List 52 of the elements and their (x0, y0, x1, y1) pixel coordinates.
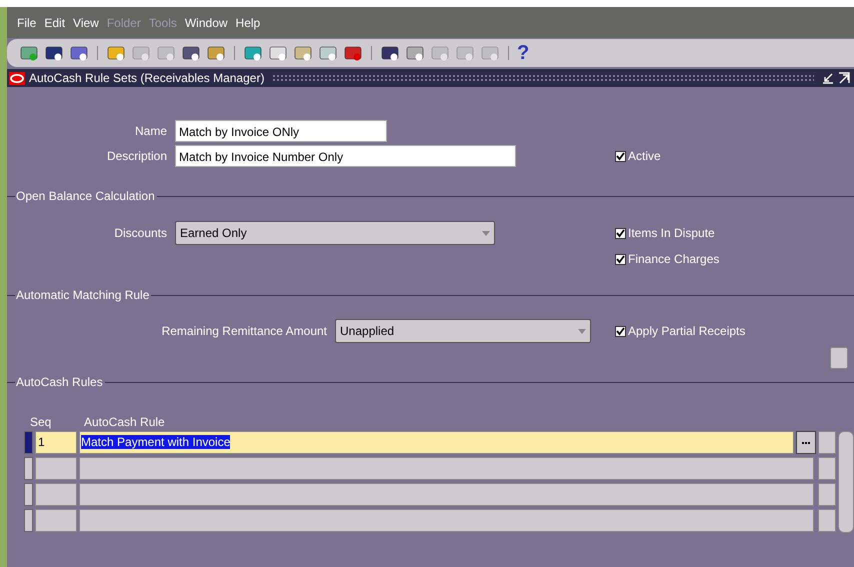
remaining-amount-dropdown[interactable]: Unapplied (335, 319, 591, 343)
table-cell[interactable] (818, 509, 836, 532)
menu-item[interactable]: Edit (44, 16, 66, 30)
table-cell[interactable] (818, 457, 836, 480)
column-header: Seq (29, 415, 52, 431)
menu-item[interactable]: Window (184, 16, 228, 30)
caret-icon (578, 328, 586, 334)
row-indicator[interactable] (24, 483, 33, 506)
table-cell[interactable] (818, 483, 836, 506)
help-button[interactable]: ? (517, 43, 530, 63)
logo-icon (9, 72, 25, 84)
seq-cell[interactable] (35, 483, 77, 506)
rule-cell[interactable]: Match Payment with Invoice (79, 431, 794, 454)
rule-cell[interactable] (79, 457, 814, 480)
maximize-icon[interactable] (838, 72, 850, 84)
row-indicator[interactable] (24, 509, 33, 532)
option-checkbox[interactable]: Finance Charges (615, 252, 720, 266)
section-title: Automatic Matching Rule (7, 288, 152, 302)
rule-cell[interactable] (79, 509, 814, 532)
checkmark-icon (616, 228, 625, 238)
field-label: Discounts (113, 225, 168, 242)
option-checkbox[interactable]: Items In Dispute (615, 226, 720, 240)
row-indicator[interactable] (24, 457, 33, 480)
checkmark-icon (616, 152, 625, 160)
section-title: Open Balance Calculation (7, 189, 157, 203)
field-label: Name (134, 124, 168, 138)
menu-item[interactable]: View (73, 16, 99, 30)
active-checkbox[interactable]: Active (615, 149, 661, 163)
section-title: AutoCash Rules (7, 375, 105, 389)
menu-item[interactable]: File (17, 16, 36, 30)
row-indicator[interactable] (24, 431, 33, 454)
description-field[interactable]: Match by Invoice Number Only (175, 145, 516, 167)
seq-cell[interactable]: 1 (35, 431, 77, 454)
menu-item[interactable]: Help (236, 16, 260, 30)
window-title: AutoCash Rule Sets (Receivables Manager) (29, 71, 264, 85)
name-field[interactable]: Match by Invoice ONly (175, 120, 387, 142)
column-header: AutoCash Rule (83, 415, 165, 431)
small-button[interactable] (830, 347, 848, 369)
field-label: Remaining Remittance Amount (160, 324, 328, 338)
minimize-icon[interactable] (822, 72, 834, 84)
checkmark-icon (616, 254, 625, 264)
checkmark-icon (616, 326, 625, 336)
field-label: Description (106, 149, 168, 163)
table-cell[interactable] (818, 431, 836, 454)
discounts-dropdown[interactable]: Earned Only (175, 221, 495, 245)
scrollbar[interactable] (838, 431, 854, 533)
apply-partial-checkbox[interactable]: Apply Partial Receipts (615, 324, 746, 338)
caret-icon (482, 230, 490, 236)
more-button[interactable] (796, 431, 816, 454)
rule-cell[interactable] (79, 483, 814, 506)
seq-cell[interactable] (35, 457, 77, 480)
seq-cell[interactable] (35, 509, 77, 532)
